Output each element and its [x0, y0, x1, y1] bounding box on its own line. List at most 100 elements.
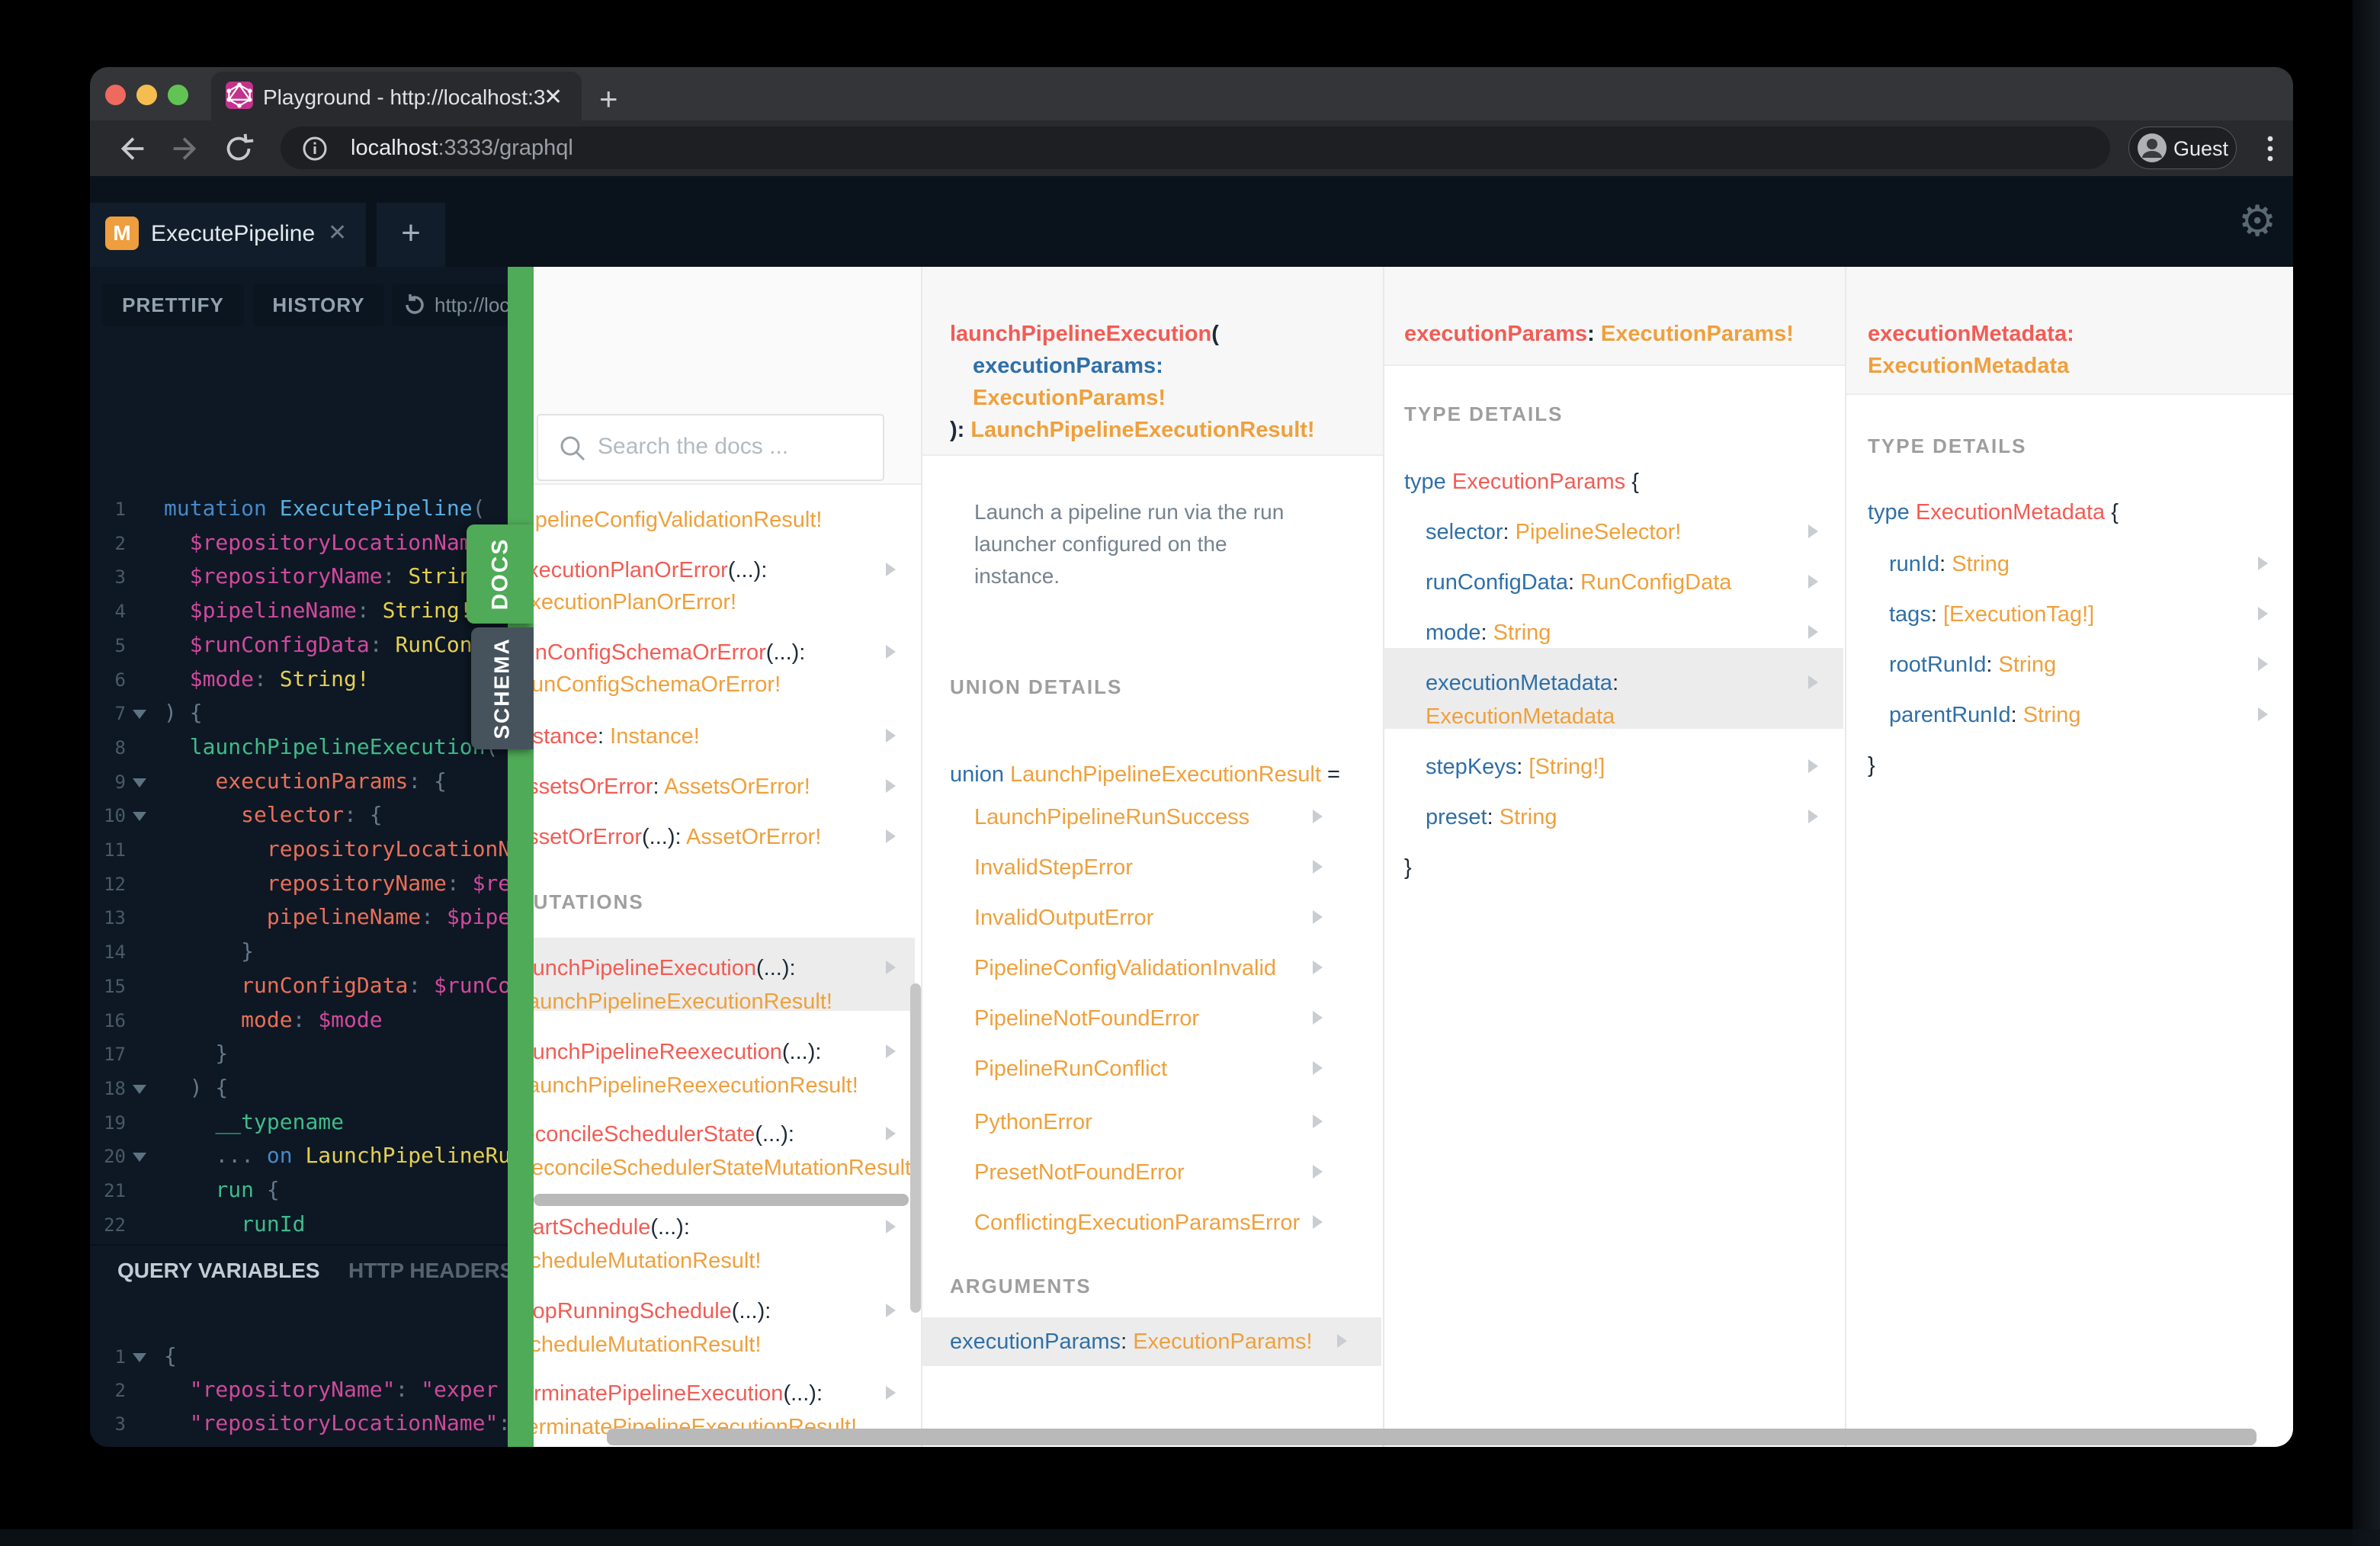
code-line[interactable]: 19 __typename	[90, 1108, 508, 1142]
forward-icon[interactable]	[168, 131, 203, 166]
variables-line[interactable]: 2 "repositoryName": "exper	[90, 1375, 508, 1410]
refresh-endpoint-icon[interactable]	[403, 293, 427, 317]
browser-tab[interactable]: Playground - http://localhost:3 ✕	[211, 72, 582, 120]
code-line[interactable]: 7) {	[90, 698, 508, 733]
code-token: "repositoryLocationName"	[189, 1410, 499, 1435]
code-token: pipelineName	[266, 904, 422, 930]
history-button[interactable]: HISTORY	[253, 284, 384, 326]
code-line[interactable]: 17 }	[90, 1039, 508, 1073]
settings-gear-icon[interactable]: ⚙	[2238, 196, 2276, 246]
code-line[interactable]: 3 $repositoryName: String!	[90, 562, 508, 596]
code-line[interactable]: 9 executionParams: {	[90, 767, 508, 801]
code-line[interactable]: 2 $repositoryLocationName: String!	[90, 528, 508, 563]
code-token: :	[395, 1377, 422, 1402]
traffic-minimize-icon[interactable]	[136, 85, 157, 105]
variables-editor[interactable]: 1{2 "repositoryName": "exper 3 "repositor…	[90, 1291, 508, 1447]
code-token: union	[950, 762, 1011, 787]
code-token: "exper	[421, 1377, 499, 1402]
horizontal-scrollbar[interactable]	[607, 1429, 2257, 1445]
code-line[interactable]: 12 repositoryName: $repositoryName	[90, 869, 508, 903]
code-token: runConfigData	[1426, 570, 1568, 595]
code-line[interactable]: 22 runId	[90, 1210, 508, 1244]
code-line[interactable]: 4 $pipelineName: String!	[90, 596, 508, 630]
docs-column-field: launchPipelineExecution(executionParams:…	[922, 267, 1383, 1447]
code-token: startSchedule	[534, 1215, 651, 1240]
code-line[interactable]: 11 repositoryLocationName: $repositoryLo…	[90, 835, 508, 869]
union-definition-line: union LaunchPipelineExecutionResult =	[950, 762, 1340, 787]
fold-caret-icon[interactable]	[133, 778, 146, 787]
code-line[interactable]: 8 launchPipelineExecution(	[90, 733, 508, 767]
tab-schema[interactable]: SCHEMA	[471, 627, 534, 749]
profile-button[interactable]: Guest	[2128, 127, 2237, 169]
fold-caret-icon[interactable]	[133, 1353, 146, 1362]
code-token: 3	[114, 1413, 126, 1435]
traffic-zoom-icon[interactable]	[168, 85, 188, 105]
reload-icon[interactable]	[221, 131, 256, 166]
code-token: executionParams	[215, 768, 409, 794]
code-line[interactable]: 5 $runConfigData: RunConfigData	[90, 630, 508, 665]
vertical-scrollbar[interactable]	[910, 983, 921, 1313]
traffic-close-icon[interactable]	[105, 85, 126, 105]
argument-item[interactable]: executionParams: ExecutionParams!	[950, 1329, 1313, 1355]
code-line[interactable]: 16 mode: $mode	[90, 1006, 508, 1040]
code-line[interactable]: 1 mutation ExecutePipeline(	[90, 494, 508, 528]
browser-tab-strip: Playground - http://localhost:3 ✕ +	[90, 67, 2293, 120]
code-token: 17	[104, 1044, 126, 1066]
code-line[interactable]: 14 }	[90, 937, 508, 971]
code-token: :	[787, 1122, 794, 1147]
code-line[interactable]: 20 ... on LaunchPipelineRunSuccess	[90, 1141, 508, 1176]
docs-field-type-line: LaunchPipelineReexecutionResult!	[534, 1073, 858, 1098]
tab-docs[interactable]: DOCS	[467, 524, 534, 624]
code-token: runId	[241, 1211, 306, 1236]
variables-line[interactable]: 4 "pipelineName": "metrics	[90, 1442, 508, 1447]
list-horizontal-scrollbar[interactable]	[534, 1194, 909, 1206]
expand-arrow-icon	[1808, 524, 1818, 538]
variables-line[interactable]: 1{	[90, 1342, 508, 1376]
fold-caret-icon[interactable]	[133, 1084, 146, 1094]
fold-caret-icon[interactable]	[133, 1153, 146, 1163]
playground-tab-close-icon[interactable]: ✕	[328, 220, 347, 246]
type-header-band	[1384, 267, 1845, 366]
variables-line[interactable]: 3 "repositoryLocationName":	[90, 1409, 508, 1443]
type-field-line: selector: PipelineSelector!	[1426, 520, 1681, 545]
code-line[interactable]: 10 selector: {	[90, 800, 508, 835]
code-line[interactable]: 21 run {	[90, 1176, 508, 1210]
code-token: ...	[164, 1143, 267, 1169]
code-token: :	[1930, 602, 1943, 627]
tab-close-icon[interactable]: ✕	[544, 84, 563, 111]
playground-tab-executepipeline[interactable]: M ExecutePipeline ✕	[90, 203, 366, 267]
code-token: (...)	[783, 1381, 816, 1406]
tab-query-variables[interactable]: QUERY VARIABLES	[117, 1259, 320, 1283]
type-definition-line: type ExecutionParams {	[1404, 470, 1639, 495]
code-token: :	[1612, 671, 1619, 695]
new-tab-icon[interactable]: +	[599, 81, 618, 117]
code-line[interactable]: 6 $mode: String!	[90, 665, 508, 699]
playground-new-tab-icon[interactable]: +	[377, 203, 445, 267]
endpoint-url-box[interactable]: http://loc	[392, 284, 508, 326]
code-token: {	[2105, 500, 2119, 524]
code-token: 20	[104, 1146, 126, 1168]
fold-caret-icon[interactable]	[133, 812, 146, 822]
code-token: :	[382, 563, 409, 589]
tab-http-headers[interactable]: HTTP HEADERS	[348, 1259, 508, 1283]
browser-menu-icon[interactable]	[2263, 131, 2278, 166]
url-bar[interactable]: localhost:3333/graphql	[281, 127, 2110, 169]
code-token: 8	[114, 736, 126, 759]
expand-arrow-icon	[1313, 1215, 1323, 1229]
back-icon[interactable]	[114, 131, 149, 166]
code-line[interactable]: 18 ) {	[90, 1073, 508, 1108]
code-token: Instance!	[610, 724, 700, 749]
code-line[interactable]: 13 pipelineName: $pipelineName	[90, 903, 508, 937]
code-text: runId	[164, 1210, 305, 1239]
code-line[interactable]: 15 runConfigData: $runConfigData	[90, 971, 508, 1006]
fold-caret-icon[interactable]	[133, 710, 146, 720]
code-token: runId	[1889, 552, 1940, 576]
union-member-label: InvalidOutputError	[974, 906, 1154, 930]
site-info-icon[interactable]	[302, 136, 328, 162]
prettify-button[interactable]: PRETTIFY	[102, 284, 244, 326]
field-description: Launch a pipeline run via the run	[974, 500, 1285, 524]
code-token: (...)	[731, 1299, 765, 1323]
query-editor[interactable]: 1 mutation ExecutePipeline(2 $repositoryL…	[90, 355, 508, 1244]
